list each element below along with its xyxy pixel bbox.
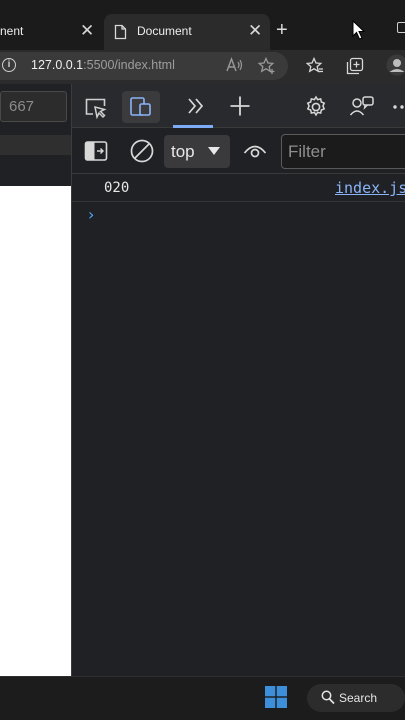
- favorites-icon[interactable]: [306, 57, 324, 75]
- clear-console-icon[interactable]: [129, 138, 155, 164]
- chevron-down-icon: [208, 147, 220, 155]
- window-restore-icon[interactable]: [397, 22, 405, 33]
- inspect-element-icon[interactable]: [84, 97, 108, 119]
- document-icon: [114, 24, 127, 40]
- settings-gear-icon[interactable]: [304, 95, 328, 119]
- feedback-people-icon[interactable]: [349, 95, 375, 119]
- url-text[interactable]: 127.0.0.1:5500/index.html: [31, 58, 175, 72]
- console-message-text: 020: [104, 180, 130, 196]
- tab-document[interactable]: Document ✕: [104, 14, 270, 50]
- new-tab-button[interactable]: +: [276, 20, 288, 40]
- tab-title: nent: [0, 24, 24, 38]
- windows-start-icon[interactable]: [265, 686, 287, 708]
- site-info-icon[interactable]: i: [2, 58, 16, 72]
- console-filter-placeholder: Filter: [288, 142, 326, 161]
- device-emulation-icon: [130, 97, 151, 116]
- mouse-cursor-icon: [352, 20, 366, 40]
- more-options-icon[interactable]: [393, 103, 405, 111]
- read-aloud-icon[interactable]: [226, 57, 244, 73]
- profile-avatar-icon[interactable]: [386, 54, 405, 76]
- show-sidebar-icon[interactable]: [84, 140, 108, 162]
- execution-context-label: top: [171, 142, 195, 161]
- collections-icon[interactable]: [346, 57, 364, 75]
- tab-close-button[interactable]: ✕: [248, 20, 262, 42]
- live-expression-eye-icon[interactable]: [243, 142, 267, 160]
- url-path: :5500/index.html: [83, 58, 175, 72]
- console-source-link[interactable]: index.js: [335, 179, 405, 197]
- console-prompt[interactable]: ›: [88, 205, 94, 224]
- add-favorite-icon[interactable]: [258, 57, 276, 75]
- tab-previous[interactable]: nent ✕: [0, 14, 100, 50]
- viewport-height-value: 667: [9, 98, 35, 115]
- search-icon: [321, 690, 335, 705]
- tab-title: Document: [137, 24, 192, 38]
- taskbar-search-label: Search: [339, 691, 378, 705]
- url-host: 127.0.0.1: [31, 58, 84, 72]
- device-ruler: [0, 135, 71, 155]
- add-tab-icon[interactable]: [229, 95, 251, 117]
- tab-close-button[interactable]: ✕: [80, 20, 94, 42]
- more-tabs-icon[interactable]: [186, 97, 206, 115]
